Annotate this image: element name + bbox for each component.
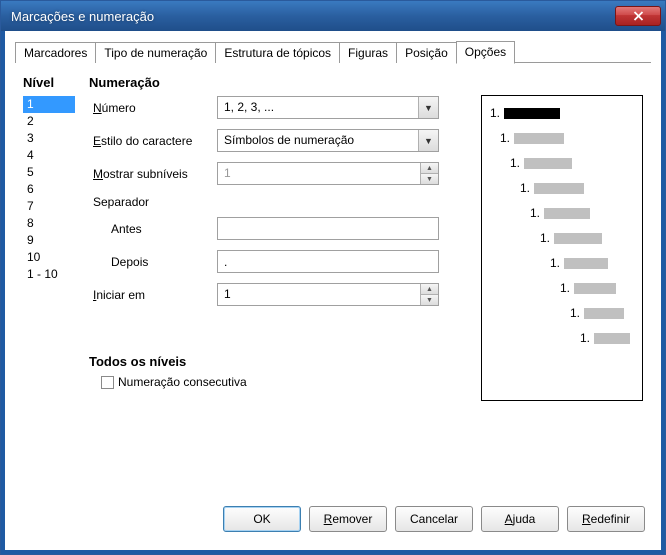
number-label: Número <box>89 101 217 115</box>
tab-tipo-numeracao[interactable]: Tipo de numeração <box>95 42 216 63</box>
level-item-all[interactable]: 1 - 10 <box>23 266 75 283</box>
start-value: 1 <box>218 284 420 305</box>
cancel-button[interactable]: Cancelar <box>395 506 473 532</box>
before-label: Antes <box>89 222 217 236</box>
tab-posicao[interactable]: Posição <box>396 42 457 63</box>
close-button[interactable] <box>615 6 661 26</box>
tab-bar: Marcadores Tipo de numeração Estrutura d… <box>15 41 651 63</box>
spin-up-icon[interactable]: ▲ <box>421 284 438 295</box>
tab-marcadores[interactable]: Marcadores <box>15 42 96 63</box>
window-title: Marcações e numeração <box>11 9 615 24</box>
level-list[interactable]: 1 2 3 4 5 6 7 8 9 10 1 - 10 <box>23 96 75 283</box>
titlebar: Marcações e numeração <box>1 1 665 31</box>
charstyle-select[interactable]: Símbolos de numeração ▼ <box>217 129 439 152</box>
number-select[interactable]: 1, 2, 3, ... ▼ <box>217 96 439 119</box>
before-input[interactable] <box>217 217 439 240</box>
ok-button[interactable]: OK <box>223 506 301 532</box>
preview-bar <box>534 183 584 194</box>
spin-buttons: ▲▼ <box>420 163 438 184</box>
level-item-10[interactable]: 10 <box>23 249 75 266</box>
preview-bar <box>504 108 560 119</box>
spin-buttons[interactable]: ▲▼ <box>420 284 438 305</box>
client-area: Marcadores Tipo de numeração Estrutura d… <box>1 31 665 554</box>
level-heading: Nível <box>23 75 83 90</box>
dialog-window: Marcações e numeração Marcadores Tipo de… <box>0 0 666 555</box>
level-item-1[interactable]: 1 <box>23 96 75 113</box>
tab-figuras[interactable]: Figuras <box>339 42 397 63</box>
level-item-4[interactable]: 4 <box>23 147 75 164</box>
button-bar: OK Remover Cancelar Ajuda Redefinir <box>15 494 651 540</box>
preview-bar <box>594 333 630 344</box>
preview-bar <box>554 233 602 244</box>
charstyle-label: Estilo do caractere <box>89 134 217 148</box>
form-column: Numeração Número 1, 2, 3, ... ▼ Estilo d… <box>89 75 481 494</box>
level-item-3[interactable]: 3 <box>23 130 75 147</box>
preview-bar <box>514 133 564 144</box>
level-item-6[interactable]: 6 <box>23 181 75 198</box>
level-item-9[interactable]: 9 <box>23 232 75 249</box>
spin-down-icon[interactable]: ▼ <box>421 295 438 305</box>
remove-button[interactable]: Remover <box>309 506 387 532</box>
preview-box: 1. 1. 1. 1. 1. 1. 1. 1. 1. 1. <box>481 95 643 401</box>
tab-estrutura[interactable]: Estrutura de tópicos <box>215 42 340 63</box>
chevron-down-icon: ▼ <box>418 130 438 151</box>
sublevels-value: 1 <box>218 163 420 184</box>
tab-opcoes[interactable]: Opções <box>456 41 515 64</box>
start-label: Iniciar em <box>89 288 217 302</box>
numbering-heading: Numeração <box>89 75 471 90</box>
level-item-7[interactable]: 7 <box>23 198 75 215</box>
spin-down-icon: ▼ <box>421 174 438 184</box>
level-column: Nível 1 2 3 4 5 6 7 8 9 10 1 - 10 <box>23 75 89 494</box>
chevron-down-icon: ▼ <box>418 97 438 118</box>
after-label: Depois <box>89 255 217 269</box>
consecutive-label: Numeração consecutiva <box>118 375 247 389</box>
level-item-2[interactable]: 2 <box>23 113 75 130</box>
separator-label: Separador <box>89 195 471 209</box>
spin-up-icon: ▲ <box>421 163 438 174</box>
sublevels-spin: 1 ▲▼ <box>217 162 439 185</box>
charstyle-value: Símbolos de numeração <box>218 130 418 151</box>
close-icon <box>633 11 644 21</box>
preview-bar <box>574 283 616 294</box>
options-panel: Nível 1 2 3 4 5 6 7 8 9 10 1 - 10 Numera… <box>15 63 651 494</box>
all-levels-heading: Todos os níveis <box>89 354 471 369</box>
preview-bar <box>584 308 624 319</box>
help-button[interactable]: Ajuda <box>481 506 559 532</box>
start-spin[interactable]: 1 ▲▼ <box>217 283 439 306</box>
preview-bar <box>564 258 608 269</box>
after-input[interactable] <box>217 250 439 273</box>
level-item-8[interactable]: 8 <box>23 215 75 232</box>
preview-bar <box>544 208 590 219</box>
number-value: 1, 2, 3, ... <box>218 97 418 118</box>
sublevels-label: Mostrar subníveis <box>89 167 217 181</box>
preview-bar <box>524 158 572 169</box>
consecutive-checkbox[interactable] <box>101 376 114 389</box>
all-levels-group: Todos os níveis Numeração consecutiva <box>89 354 471 389</box>
reset-button[interactable]: Redefinir <box>567 506 645 532</box>
level-item-5[interactable]: 5 <box>23 164 75 181</box>
